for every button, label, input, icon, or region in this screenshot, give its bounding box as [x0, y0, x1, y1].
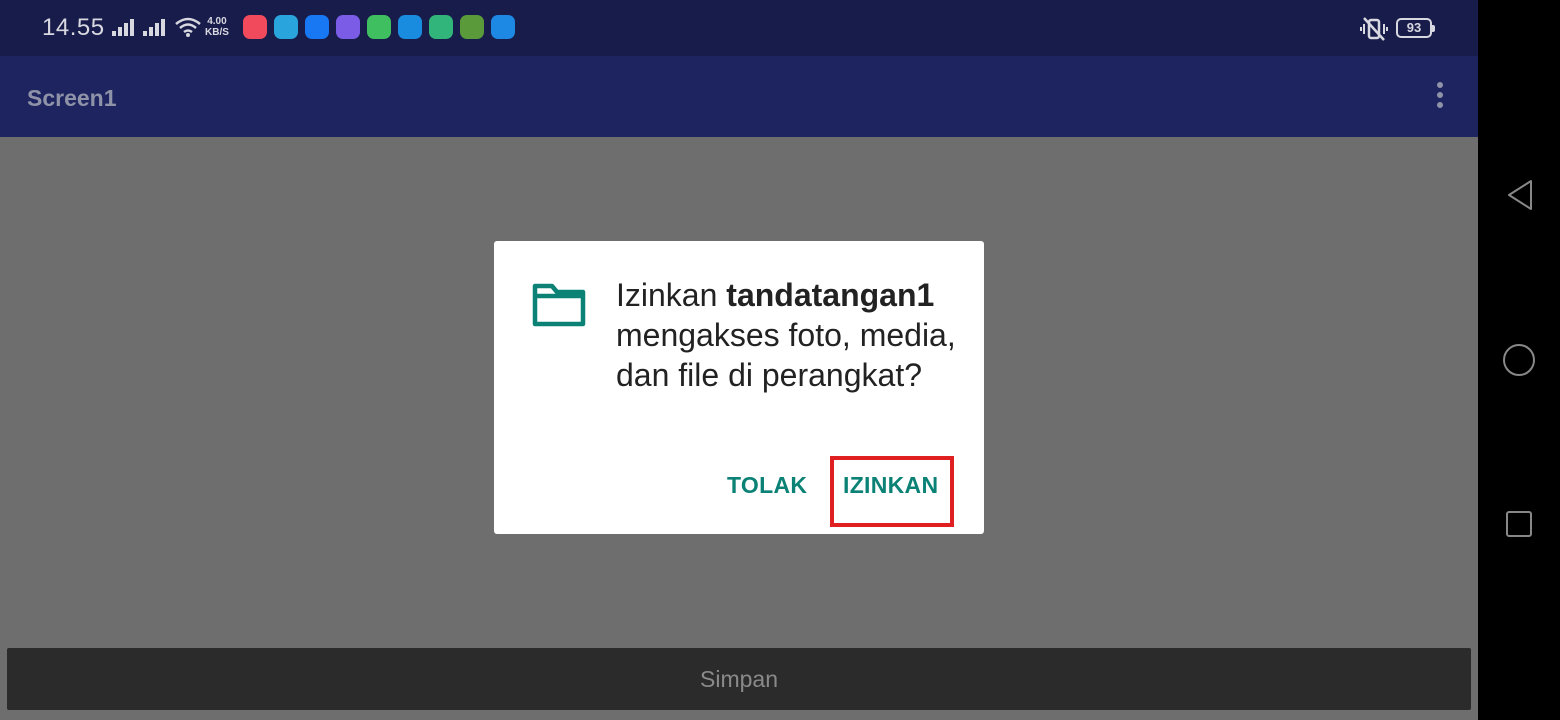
deny-button[interactable]: TOLAK [727, 472, 807, 499]
facebook-icon [305, 15, 329, 39]
music-icon [243, 15, 267, 39]
permission-message: Izinkan tandatangan1 mengakses foto, med… [616, 275, 956, 395]
pin-icon [336, 15, 360, 39]
signal-icon [112, 18, 138, 36]
save-button-label: Simpan [700, 666, 778, 692]
battery-indicator: 93 [1396, 18, 1435, 38]
message-prefix: Izinkan [616, 277, 727, 313]
hotspot-icon [491, 15, 515, 39]
browser-icon [398, 15, 422, 39]
app-name: tandatangan1 [726, 277, 935, 313]
allow-button[interactable]: IZINKAN [843, 472, 938, 499]
folder-icon [532, 283, 586, 327]
message-suffix: mengakses foto, media, dan file di peran… [616, 317, 956, 393]
network-speed-value: 4.00 [207, 16, 227, 27]
notification-icons [243, 15, 515, 39]
app-title: Screen1 [27, 85, 117, 111]
recent-apps-icon[interactable] [1506, 511, 1532, 537]
signal-icon [143, 18, 169, 36]
status-bar: 14.55 4.00 KB/S 93 [0, 0, 1478, 56]
app-screen: 14.55 4.00 KB/S 93 Screen1 Simpan Izinka… [0, 0, 1478, 720]
network-speed-unit: KB/S [205, 27, 229, 38]
telegram-icon [274, 15, 298, 39]
wifi-icon [175, 17, 201, 37]
status-time: 14.55 [42, 14, 105, 41]
more-options-icon[interactable] [1430, 82, 1450, 112]
app-bar: Screen1 [0, 56, 1478, 137]
grocery-icon [429, 15, 453, 39]
owl-icon [460, 15, 484, 39]
back-icon[interactable] [1503, 178, 1537, 212]
save-button[interactable]: Simpan [7, 648, 1471, 710]
vibrate-off-icon [1360, 17, 1388, 41]
permission-dialog: Izinkan tandatangan1 mengakses foto, med… [494, 241, 984, 534]
network-speed: 4.00 KB/S [205, 16, 229, 38]
chat-icon [367, 15, 391, 39]
home-icon[interactable] [1503, 344, 1535, 376]
